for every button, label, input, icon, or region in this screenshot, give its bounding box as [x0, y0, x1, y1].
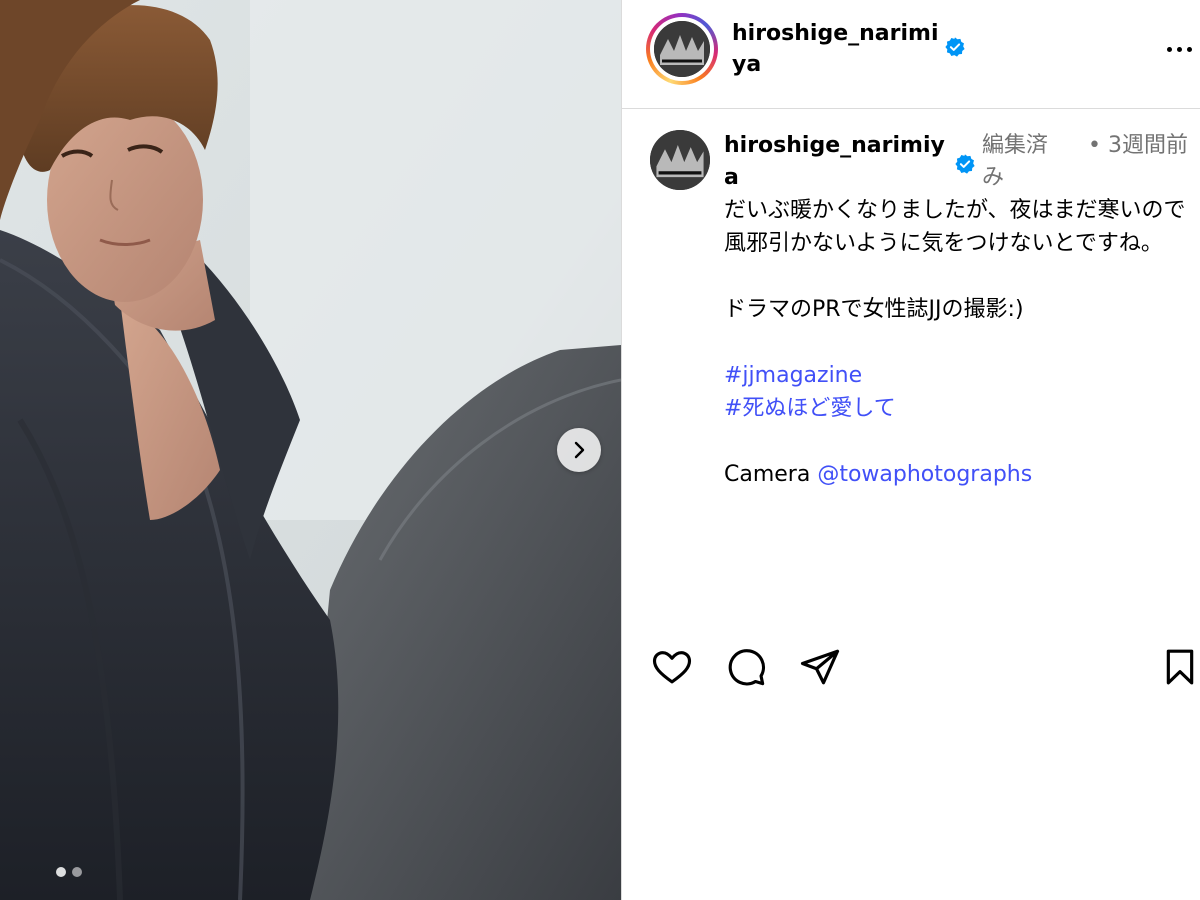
carousel-dot-2 — [72, 867, 82, 877]
caption-text: だいぶ暖かくなりましたが、夜はまだ寒いので風邪引かないように気をつけないとですね… — [724, 194, 1194, 491]
caption-paragraph-2: ドラマのPRで女性誌JJの撮影:) — [724, 297, 1024, 322]
comment-icon — [728, 649, 766, 686]
post-side-panel: hiroshige_narimiya hiroshige_narimiya 編集… — [622, 0, 1200, 900]
post-time-ago[interactable]: 3週間前 — [1108, 130, 1188, 162]
meta-separator: • — [1088, 133, 1101, 158]
save-button[interactable] — [1158, 645, 1200, 689]
post-photo — [0, 0, 621, 900]
carousel-next-button[interactable] — [557, 428, 601, 472]
post-actions-bar — [622, 645, 1200, 693]
bookmark-icon — [1166, 649, 1194, 685]
mention-link[interactable]: @towaphotographs — [817, 462, 1032, 487]
verified-badge-icon — [945, 37, 965, 57]
story-ring[interactable] — [646, 13, 718, 85]
like-button[interactable] — [650, 645, 694, 689]
post-author-username[interactable]: hiroshige_narimiya — [732, 18, 942, 80]
heart-icon — [652, 651, 692, 684]
carousel-indicator — [56, 867, 82, 877]
more-horizontal-icon — [1166, 46, 1172, 52]
chevron-right-icon — [574, 441, 585, 459]
avatar — [654, 21, 710, 77]
verified-badge-icon — [955, 154, 975, 174]
post-media[interactable] — [0, 0, 621, 900]
share-icon — [800, 649, 840, 685]
edited-label: 編集済み — [982, 133, 1049, 190]
share-button[interactable] — [798, 645, 842, 689]
caption-username[interactable]: hiroshige_narimiya — [724, 130, 956, 194]
carousel-dot-1 — [56, 867, 66, 877]
hashtag-link[interactable]: #死ぬほど愛して — [724, 396, 896, 421]
instagram-post-view: hiroshige_narimiya hiroshige_narimiya 編集… — [0, 0, 1200, 900]
credit-prefix: Camera — [724, 462, 818, 487]
more-options-button[interactable] — [1162, 38, 1196, 60]
caption-avatar[interactable] — [650, 130, 710, 190]
caption-paragraph-1: だいぶ暖かくなりましたが、夜はまだ寒いので風邪引かないように気をつけないとですね… — [724, 198, 1186, 256]
comment-button[interactable] — [724, 645, 768, 689]
post-header: hiroshige_narimiya — [622, 0, 1200, 109]
hashtag-link[interactable]: #jjmagazine — [724, 363, 862, 388]
